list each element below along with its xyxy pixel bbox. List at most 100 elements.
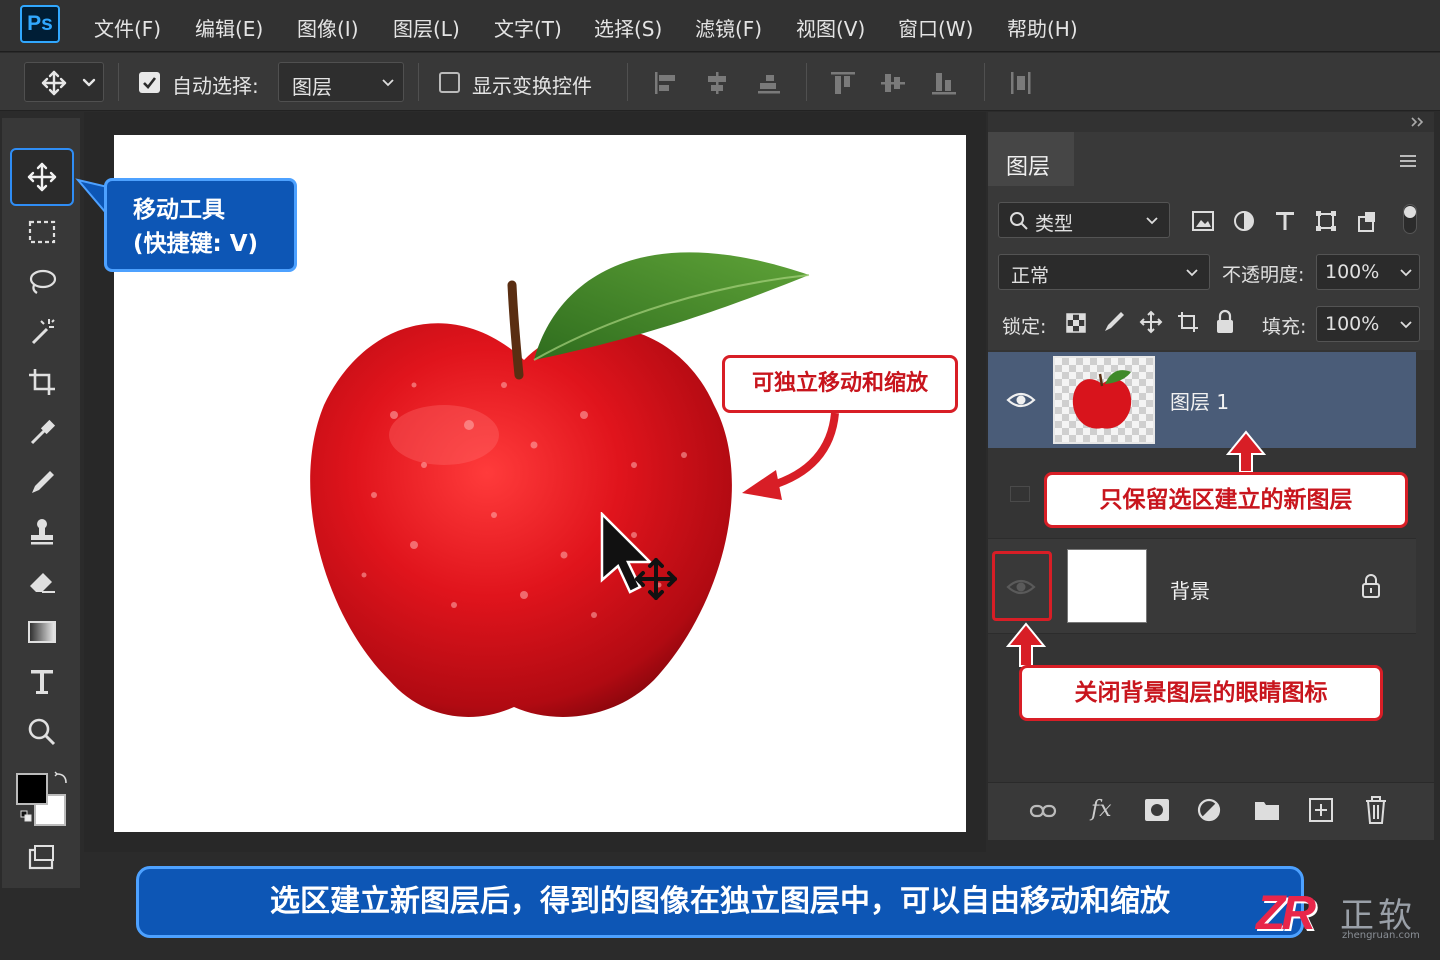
magic-wand-tool-button[interactable] (10, 310, 74, 354)
menu-layer[interactable]: 图层(L) (393, 13, 460, 42)
brush-tool-button[interactable] (10, 460, 74, 504)
independent-move-callout: 可独立移动和缩放 (722, 355, 958, 413)
opacity-input[interactable]: 100% (1316, 254, 1420, 290)
distribute-spacing-icon[interactable] (1006, 69, 1036, 97)
align-right-icon[interactable] (754, 69, 784, 97)
watermark: ZR 正软 zhengruan.com (1256, 886, 1440, 950)
curved-arrow-icon (742, 412, 839, 500)
stamp-tool-button[interactable] (10, 510, 74, 554)
blend-mode-value: 正常 (1011, 265, 1050, 287)
show-transform-label: 显示变换控件 (472, 74, 592, 98)
auto-select-dropdown[interactable]: 图层 (278, 62, 404, 102)
link-layers-icon[interactable] (1028, 799, 1058, 823)
filter-pixel-icon[interactable] (1191, 210, 1215, 232)
fill-label: 填充: (1262, 316, 1307, 338)
zoom-tool-button[interactable] (10, 710, 74, 754)
collapse-panel-icon[interactable] (1410, 116, 1426, 128)
align-vertical-center-icon[interactable] (878, 69, 908, 97)
menu-view[interactable]: 视图(V) (796, 13, 865, 42)
eye-icon[interactable] (1006, 390, 1036, 410)
gradient-icon (28, 621, 56, 643)
auto-select-checkbox[interactable] (139, 72, 160, 93)
eye-icon-hidden[interactable] (1006, 577, 1036, 597)
foreground-color-swatch-top[interactable] (16, 773, 48, 805)
lock-icon (1362, 574, 1380, 598)
new-layer-icon[interactable] (1308, 797, 1334, 823)
layers-panel-footer: fx (988, 782, 1434, 840)
layer-1-thumbnail (1053, 356, 1155, 444)
align-top-icon[interactable] (828, 69, 858, 97)
gradient-tool-button[interactable] (10, 610, 74, 654)
move-cursor-icon (600, 512, 677, 600)
lock-image-pixels-icon[interactable] (1102, 310, 1126, 334)
swap-colors-icon[interactable] (54, 770, 70, 786)
auto-select-label: 自动选择: (172, 74, 259, 98)
chevron-down-icon (1400, 321, 1412, 329)
lock-all-icon[interactable] (1214, 309, 1236, 335)
zoom-icon (28, 718, 56, 746)
screen-mode-button[interactable] (10, 836, 74, 880)
default-colors-icon[interactable] (20, 810, 32, 822)
tool-preset-picker[interactable] (24, 62, 104, 102)
layer-filter-dropdown[interactable]: 类型 (998, 202, 1170, 238)
chevron-down-icon (382, 79, 394, 87)
rectangular-marquee-icon (28, 220, 56, 244)
separator (806, 63, 807, 101)
crop-tool-button[interactable] (10, 360, 74, 404)
background-layer-name[interactable]: 背景 (1170, 575, 1210, 604)
type-tool-button[interactable] (10, 660, 74, 704)
new-group-icon[interactable] (1253, 797, 1281, 823)
move-tool-button[interactable] (10, 148, 74, 206)
blend-mode-dropdown[interactable]: 正常 (998, 254, 1210, 290)
tools-panel (2, 118, 80, 888)
lock-label: 锁定: (1002, 316, 1047, 338)
show-transform-checkbox[interactable] (439, 72, 460, 93)
separator (418, 63, 419, 101)
layers-tab[interactable]: 图层 (988, 132, 1074, 186)
menu-help[interactable]: 帮助(H) (1007, 13, 1078, 42)
menu-filter[interactable]: 滤镜(F) (695, 13, 762, 42)
filter-type-icon[interactable] (1273, 209, 1297, 233)
lock-transparent-pixels-icon[interactable] (1065, 312, 1087, 334)
filter-toggle[interactable] (1403, 204, 1417, 234)
align-bottom-icon[interactable] (929, 69, 959, 97)
lasso-tool-button[interactable] (10, 260, 74, 304)
magic-wand-icon (31, 319, 55, 345)
close-eye-callout: 关闭背景图层的眼睛图标 (1019, 665, 1383, 721)
separator (984, 63, 985, 101)
separator (118, 63, 119, 101)
align-left-icon[interactable] (652, 69, 682, 97)
new-adjustment-layer-icon[interactable] (1196, 797, 1224, 825)
eraser-tool-button[interactable] (10, 560, 74, 604)
filter-shape-icon[interactable] (1314, 209, 1338, 233)
marquee-tool-button[interactable] (10, 210, 74, 254)
menu-window[interactable]: 窗口(W) (898, 13, 973, 42)
eyedropper-tool-button[interactable] (10, 410, 74, 454)
add-mask-icon[interactable] (1143, 797, 1171, 823)
menu-type[interactable]: 文字(T) (494, 13, 562, 42)
watermark-url: zhengruan.com (1342, 930, 1420, 941)
lasso-icon (29, 269, 57, 294)
menu-image[interactable]: 图像(I) (297, 13, 359, 42)
move-tool-callout: 移动工具 (快捷键: V) (104, 178, 297, 272)
layer-row-layer-1[interactable]: 图层 1 (988, 352, 1416, 448)
menu-file[interactable]: 文件(F) (94, 13, 161, 42)
fill-input[interactable]: 100% (1316, 306, 1420, 342)
delete-layer-icon[interactable] (1364, 795, 1388, 825)
type-icon (31, 670, 53, 694)
align-horizontal-center-icon[interactable] (702, 69, 732, 97)
fx-icon[interactable]: fx (1091, 797, 1112, 822)
filter-smart-object-icon[interactable] (1355, 209, 1379, 233)
apple-thumbnail (1072, 370, 1132, 429)
filter-adjustment-icon[interactable] (1232, 209, 1256, 233)
layer-1-name[interactable]: 图层 1 (1170, 386, 1229, 415)
layer-row-background[interactable]: 背景 (988, 538, 1416, 634)
fill-value: 100% (1325, 313, 1380, 335)
lock-artboard-icon[interactable] (1176, 310, 1200, 334)
auto-select-value: 图层 (292, 75, 332, 99)
callout-shortcut: (快捷键: V) (133, 231, 259, 257)
lock-position-icon[interactable] (1139, 310, 1163, 334)
panel-menu-icon[interactable] (1398, 154, 1418, 168)
menu-select[interactable]: 选择(S) (594, 13, 662, 42)
menu-edit[interactable]: 编辑(E) (195, 13, 263, 42)
